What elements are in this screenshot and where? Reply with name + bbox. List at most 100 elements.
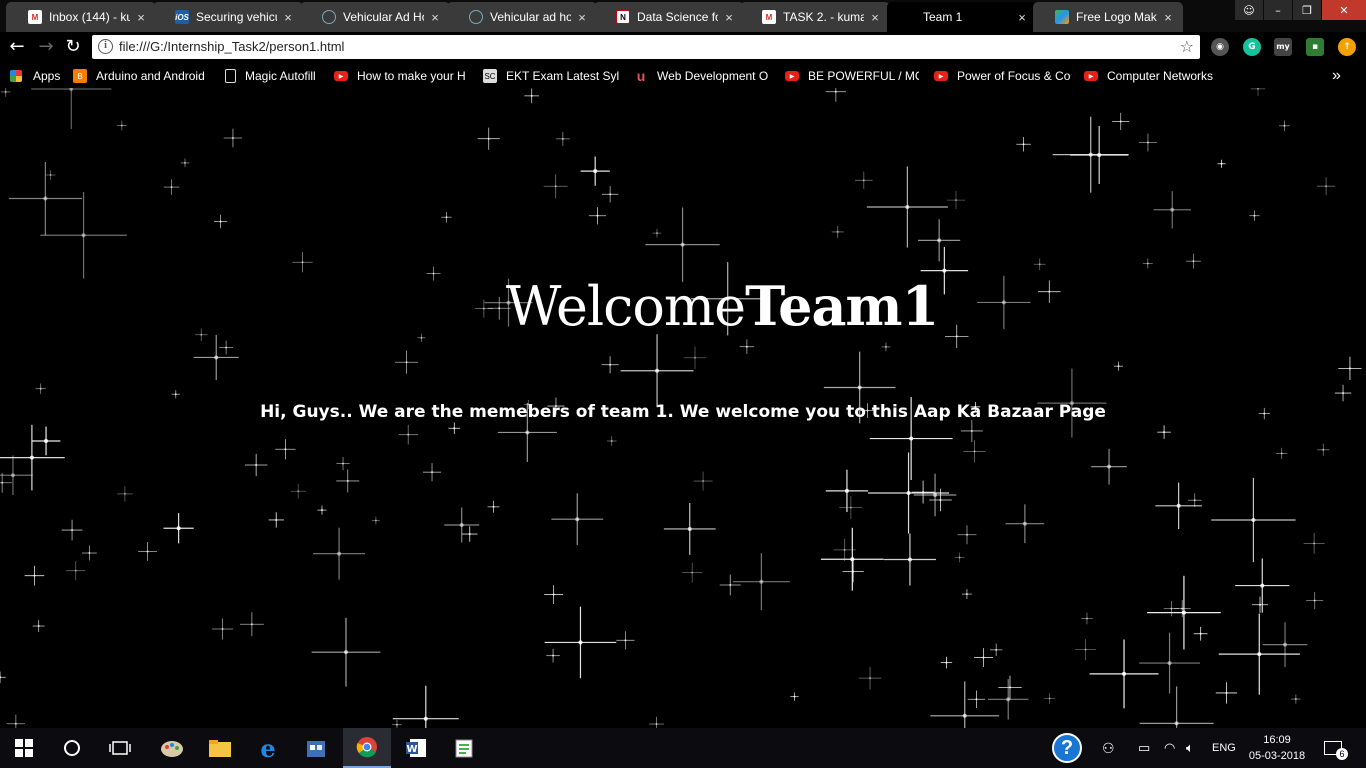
star-sparkle	[1005, 504, 1045, 544]
notepad-icon[interactable]	[440, 728, 488, 768]
star-sparkle	[842, 561, 864, 583]
bookmark-apps[interactable]: Apps	[10, 68, 60, 84]
star-sparkle	[1211, 477, 1296, 563]
bookmark-star-icon[interactable]: ☆	[1180, 37, 1194, 56]
star-sparkle	[831, 225, 844, 238]
n-icon: N	[616, 10, 630, 24]
url-text[interactable]: file:///G:/Internship_Task2/person1.html	[119, 39, 344, 54]
tab-team1[interactable]: Team 1 ×	[887, 2, 1037, 32]
tab-close-icon[interactable]: ×	[134, 10, 148, 25]
star-sparkle	[171, 390, 180, 399]
sc-icon: SC	[483, 69, 497, 83]
star-sparkle	[40, 192, 127, 279]
start-icon[interactable]	[0, 728, 48, 768]
star-sparkle	[1250, 88, 1266, 97]
notification-count: 6	[1336, 748, 1348, 760]
tab-close-icon[interactable]: ×	[281, 10, 295, 25]
star-sparkle	[868, 452, 950, 534]
bookmark-power-of-focus[interactable]: ▶ Power of Focus & Co	[934, 68, 1070, 84]
wifi-icon[interactable]: ◠	[1164, 728, 1175, 768]
bookmark-ekt-exam[interactable]: SC EKT Exam Latest Sylla	[483, 68, 619, 84]
tab-close-icon[interactable]: ×	[428, 10, 442, 25]
tab-close-icon[interactable]: ×	[575, 10, 589, 25]
tab-close-icon[interactable]: ×	[722, 10, 736, 25]
star-sparkle	[1089, 639, 1159, 709]
page-title: WelcomeTeam1	[0, 274, 1366, 338]
star-sparkle	[601, 186, 619, 203]
star-sparkle	[239, 612, 264, 637]
star-sparkle	[1303, 532, 1325, 554]
star-sparkle	[881, 342, 891, 352]
action-center-icon[interactable]: 6	[1324, 728, 1354, 768]
bookmark-computer-networks[interactable]: ▶ Computer Networks	[1084, 68, 1216, 84]
tab-close-icon[interactable]: ×	[868, 10, 882, 25]
minimize-icon[interactable]: –	[1264, 0, 1292, 20]
more-bookmarks-button[interactable]: »	[1332, 68, 1341, 84]
file-explorer-icon[interactable]	[196, 728, 244, 768]
star-sparkle	[212, 618, 234, 640]
star-sparkle	[1276, 447, 1288, 460]
tab-close-icon[interactable]: ×	[1015, 10, 1029, 25]
star-sparkle	[223, 128, 243, 148]
reload-icon[interactable]: ↻	[62, 36, 84, 58]
extension-icon[interactable]: ▪	[1306, 38, 1324, 56]
bookmark-web-development[interactable]: u Web Development O	[634, 68, 768, 84]
people-icon[interactable]: ⚇	[1102, 728, 1115, 768]
tab-inbox[interactable]: M Inbox (144) - ku ×	[6, 2, 156, 32]
address-bar[interactable]: i file:///G:/Internship_Task2/person1.ht…	[92, 35, 1200, 59]
volume-icon[interactable]: 🔈︎	[1186, 728, 1194, 768]
tab-data-science[interactable]: N Data Science fo ×	[594, 2, 744, 32]
task-view-icon[interactable]	[96, 728, 144, 768]
window-controls: ☺ – ❐ ✕	[1234, 0, 1366, 20]
tab-securing-vehicular[interactable]: iOS Securing vehicul ×	[153, 2, 303, 32]
extension-icon[interactable]: ◉	[1211, 38, 1229, 56]
bookmark-label: Web Development O	[657, 69, 768, 83]
cortana-icon[interactable]	[48, 728, 96, 768]
bookmark-label: How to make your H	[357, 69, 466, 83]
star-sparkle	[1217, 159, 1226, 168]
star-sparkle	[1081, 612, 1093, 625]
tab-close-icon[interactable]: ×	[1161, 10, 1175, 25]
star-sparkle	[858, 666, 882, 690]
close-window-icon[interactable]: ✕	[1322, 0, 1366, 20]
clock[interactable]: 16:09 05-03-2018	[1232, 732, 1322, 764]
star-sparkle	[546, 648, 560, 663]
back-icon[interactable]: ←	[6, 36, 28, 58]
star-sparkle	[544, 585, 564, 604]
tab-vehicular-ad-hoc-1[interactable]: Vehicular Ad Ho ×	[300, 2, 450, 32]
star-sparkle	[988, 679, 1029, 720]
tab-task2[interactable]: M TASK 2. - kumar ×	[740, 2, 890, 32]
store-icon[interactable]	[292, 728, 340, 768]
my-extension-icon[interactable]: my	[1274, 38, 1292, 56]
star-sparkle	[1091, 448, 1127, 485]
bookmark-magic-autofill[interactable]: Magic Autofill	[225, 68, 316, 84]
star-sparkle	[219, 340, 234, 355]
star-sparkle	[616, 631, 635, 650]
update-icon[interactable]: ↑	[1338, 38, 1356, 56]
user-icon[interactable]: ☺	[1235, 0, 1263, 20]
apps-grid-icon	[10, 70, 22, 82]
star-sparkle	[8, 161, 82, 236]
grammarly-icon[interactable]: G	[1243, 38, 1261, 56]
word-icon[interactable]: W	[392, 728, 440, 768]
info-icon[interactable]: i	[98, 39, 113, 54]
tab-free-logo-maker[interactable]: Free Logo Make ×	[1033, 2, 1183, 32]
star-sparkle	[601, 356, 619, 374]
chrome-icon[interactable]	[343, 728, 391, 768]
restore-icon[interactable]: ❐	[1293, 0, 1321, 20]
clock-date: 05-03-2018	[1248, 750, 1306, 762]
bookmark-arduino[interactable]: B Arduino and Android	[73, 68, 209, 84]
paint-icon[interactable]	[148, 728, 196, 768]
tab-vehicular-ad-hoc-2[interactable]: Vehicular ad hoc ×	[447, 2, 597, 32]
bookmark-be-powerful[interactable]: ▶ BE POWERFUL / MOT	[785, 68, 919, 84]
bookmark-how-to-make[interactable]: ▶ How to make your H	[334, 68, 468, 84]
star-sparkle	[930, 681, 1000, 728]
tab-title: Vehicular ad hoc	[490, 10, 571, 24]
help-icon[interactable]: ?	[1052, 728, 1082, 768]
forward-icon[interactable]: →	[35, 36, 57, 58]
battery-icon[interactable]: ▭	[1138, 728, 1150, 768]
star-sparkle	[32, 620, 45, 632]
blogger-icon: B	[73, 69, 87, 83]
edge-icon[interactable]: e	[244, 728, 292, 768]
star-sparkle	[1142, 258, 1153, 269]
